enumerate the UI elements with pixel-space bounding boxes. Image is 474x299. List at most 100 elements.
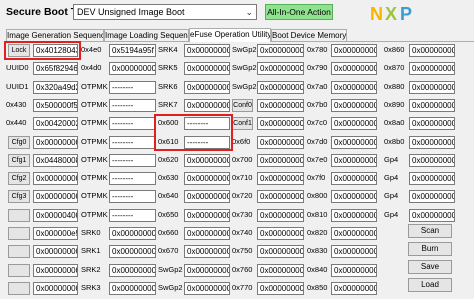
fuse-value-field[interactable]: 0x00000000: [109, 227, 156, 240]
fuse-value-field[interactable]: 0x00000000: [331, 99, 377, 112]
fuse-value-field[interactable]: 0x00000000: [409, 81, 455, 94]
fuse-value-field[interactable]: 0x00000000: [33, 136, 78, 149]
fuse-value-field[interactable]: 0x00000000: [409, 44, 455, 57]
fuse-value-field[interactable]: 0x00000000: [409, 99, 455, 112]
fuse-value-field[interactable]: --------: [109, 99, 156, 112]
fuse-value-field[interactable]: 0x00000000: [331, 62, 377, 75]
fuse-value-field[interactable]: 0x65f82946: [33, 62, 78, 75]
fuse-value-field[interactable]: --------: [109, 154, 156, 167]
conf-button[interactable]: Conf0: [232, 99, 253, 112]
fuse-value-field[interactable]: 0x00000000: [257, 172, 304, 185]
fuse-value-field[interactable]: 0x00000000: [409, 136, 455, 149]
fuse-value-field[interactable]: 0x00000000: [33, 245, 78, 258]
fuse-value-field[interactable]: 0x00000000: [257, 190, 304, 203]
fuse-value-field[interactable]: 0x00000000: [33, 190, 78, 203]
fuse-value-field[interactable]: --------: [109, 190, 156, 203]
fuse-value-field[interactable]: 0x04480008: [33, 154, 78, 167]
nxp-logo: NXP: [370, 4, 412, 24]
fuse-value-field[interactable]: 0x00000000: [331, 245, 377, 258]
fuse-value-field[interactable]: 0x00000000: [331, 282, 377, 295]
fuse-value-field[interactable]: 0x00000000: [257, 99, 304, 112]
row-action-button[interactable]: [8, 245, 30, 258]
fuse-value-field[interactable]: 0x00000000: [257, 81, 304, 94]
fuse-value-field[interactable]: 0x00000000: [257, 245, 304, 258]
fuse-value-field[interactable]: 0x00000000: [109, 245, 156, 258]
fuse-value-field[interactable]: 0x00000000: [331, 81, 377, 94]
fuse-value-field[interactable]: 0x00000000: [331, 264, 377, 277]
fuse-value-field[interactable]: 0x00000000: [184, 154, 230, 167]
row-action-button[interactable]: [8, 282, 30, 295]
fuse-value-field[interactable]: 0x00000000: [184, 209, 230, 222]
fuse-value-field[interactable]: 0x00000000: [33, 282, 78, 295]
save-button[interactable]: Save: [408, 260, 452, 274]
fuse-value-field[interactable]: 0x00000000: [184, 245, 230, 258]
row-action-button[interactable]: Cfg1: [8, 154, 30, 167]
tab-efuse-operation-utility[interactable]: eFuse Operation Utility: [189, 28, 271, 42]
fuse-value-field[interactable]: 0x00000000: [184, 264, 230, 277]
row-action-button[interactable]: Cfg2: [8, 172, 30, 185]
fuse-value-field[interactable]: 0x00000000: [409, 172, 455, 185]
fuse-value-field[interactable]: 0x00000000: [257, 209, 304, 222]
fuse-value-field[interactable]: 0x00000000: [409, 209, 455, 222]
fuse-value-field[interactable]: 0x00000000: [331, 209, 377, 222]
fuse-value-field[interactable]: 0x00000000: [184, 227, 230, 240]
fuse-value-field[interactable]: 0x00000000: [409, 190, 455, 203]
fuse-value-field[interactable]: 0x5194a95f: [109, 44, 156, 57]
tab-boot-device-memory[interactable]: Boot Device Memory: [271, 29, 347, 41]
fuse-value-field[interactable]: 0x00000000: [257, 62, 304, 75]
fuse-value-field[interactable]: 0x00000000: [257, 264, 304, 277]
fuse-value-field[interactable]: --------: [109, 136, 156, 149]
fuse-value-field[interactable]: 0x00000000: [257, 44, 304, 57]
fuse-value-field[interactable]: 0x00000000: [331, 227, 377, 240]
fuse-value-field[interactable]: 0x00000000: [33, 264, 78, 277]
fuse-value-field[interactable]: --------: [109, 81, 156, 94]
fuse-value-field[interactable]: 0x00000000: [33, 172, 78, 185]
fuse-address-label: 0x860: [384, 45, 405, 54]
boot-type-select[interactable]: DEV Unsigned Image Boot ⌄: [73, 4, 257, 20]
fuse-value-field[interactable]: 0x00000000: [331, 117, 377, 130]
fuse-value-field[interactable]: 0x00000000: [331, 172, 377, 185]
fuse-value-field[interactable]: --------: [109, 172, 156, 185]
fuse-value-field[interactable]: 0x320a49d2: [33, 81, 78, 94]
load-button[interactable]: Load: [408, 278, 452, 292]
tab-image-generation-sequence[interactable]: Image Generation Sequence: [6, 29, 104, 41]
fuse-value-field[interactable]: 0x00000000: [109, 62, 156, 75]
conf-button[interactable]: Conf1: [232, 117, 253, 130]
fuse-value-field[interactable]: 0x00000000: [184, 81, 230, 94]
fuse-value-field[interactable]: --------: [109, 117, 156, 130]
fuse-value-field[interactable]: 0x00000000: [257, 117, 304, 130]
burn-button[interactable]: Burn: [408, 242, 452, 256]
fuse-value-field[interactable]: 0x00000000: [331, 154, 377, 167]
fuse-value-field[interactable]: 0x00000000: [257, 282, 304, 295]
fuse-value-field[interactable]: 0x00000000: [184, 44, 230, 57]
fuse-value-field[interactable]: 0x00000400: [33, 209, 78, 222]
fuse-value-field[interactable]: 0x000000e5: [33, 227, 78, 240]
fuse-value-field[interactable]: 0x00000000: [331, 136, 377, 149]
fuse-value-field[interactable]: --------: [109, 209, 156, 222]
fuse-value-field[interactable]: 0x00000000: [409, 62, 455, 75]
fuse-value-field[interactable]: 0x00000000: [409, 154, 455, 167]
all-in-one-action-button[interactable]: All-In-One Action: [265, 4, 333, 20]
fuse-value-field[interactable]: 0x00000000: [109, 264, 156, 277]
row-action-button[interactable]: Cfg3: [8, 190, 30, 203]
scan-button[interactable]: Scan: [408, 224, 452, 238]
row-action-button[interactable]: [8, 209, 30, 222]
fuse-value-field[interactable]: 0x00000000: [184, 62, 230, 75]
fuse-value-field[interactable]: 0x00000000: [331, 190, 377, 203]
fuse-value-field[interactable]: 0x00000000: [184, 190, 230, 203]
row-action-button[interactable]: Cfg0: [8, 136, 30, 149]
fuse-value-field[interactable]: 0x00000000: [109, 282, 156, 295]
fuse-value-field[interactable]: 0x00420002: [33, 117, 78, 130]
fuse-value-field[interactable]: 0x500000f5: [33, 99, 78, 112]
fuse-value-field[interactable]: 0x00000000: [409, 117, 455, 130]
fuse-value-field[interactable]: 0x00000000: [184, 99, 230, 112]
row-action-button[interactable]: [8, 227, 30, 240]
fuse-value-field[interactable]: 0x00000000: [184, 282, 230, 295]
fuse-value-field[interactable]: 0x00000000: [331, 44, 377, 57]
fuse-value-field[interactable]: 0x00000000: [257, 227, 304, 240]
fuse-value-field[interactable]: 0x00000000: [184, 172, 230, 185]
tab-image-loading-sequence[interactable]: Image Loading Sequence: [104, 29, 189, 41]
fuse-value-field[interactable]: 0x00000000: [257, 154, 304, 167]
fuse-value-field[interactable]: 0x00000000: [257, 136, 304, 149]
row-action-button[interactable]: [8, 264, 30, 277]
